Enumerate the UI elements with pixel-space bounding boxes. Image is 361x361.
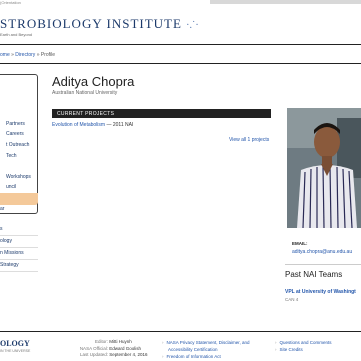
nai-divider (285, 264, 361, 265)
breadcrumb-home[interactable]: ome (0, 52, 10, 58)
credit-label: Last Updated: (79, 352, 108, 357)
credit-updated: Last Updated: September 4, 2016 (70, 352, 148, 359)
credit-value: Edward Goolish (109, 345, 142, 351)
nai-team-note: CAN 4 (285, 297, 299, 302)
breadcrumb-current: Profile (40, 52, 56, 58)
arrow-icon: › (162, 340, 164, 345)
credit-value: September 4, 2016 (109, 352, 148, 357)
footer-link-label: NASA Privacy Statement, Disclaimer, and (166, 340, 250, 345)
footer-credits: Editor: Mitti Huynh NASA Official: Edwar… (70, 339, 148, 359)
header-bar (210, 0, 361, 4)
arrow-icon: › (275, 340, 277, 345)
past-nai-teams-title: Past NAI Teams (285, 270, 343, 279)
footer-link-foia[interactable]: › Freedom of Information Act (162, 353, 250, 360)
email-label: EMAIL: (292, 241, 308, 246)
breadcrumb-directory[interactable]: Directory (15, 52, 35, 58)
footer-link-credits[interactable]: › Site Credits (275, 346, 332, 353)
footer-link-accessibility[interactable]: Accessibility Certification (162, 346, 250, 353)
arrow-icon: › (162, 354, 164, 359)
profile-institution: Australian National University (52, 90, 118, 96)
project-link[interactable]: Evolution of Metabolism (52, 122, 105, 128)
footer-rule (0, 331, 361, 332)
profile-name: Aditya Chopra (52, 74, 135, 89)
view-all-projects-link[interactable]: View all 1 projects (229, 137, 269, 143)
breadcrumb-separator: » (36, 52, 40, 58)
projects-header: CURRENT PROJECTS (52, 109, 271, 118)
side-list-item[interactable]: s (0, 224, 38, 236)
breadcrumb-separator: » (11, 52, 14, 58)
profile-photo-image (287, 108, 361, 228)
breadcrumb: ome » Directory » Profile (0, 52, 55, 58)
footer-links-col2: › Questions and Comments › Site Credits (275, 339, 332, 353)
sidebar-footer (0, 193, 38, 205)
project-row: Evolution of Metabolism — 2011 NAI (52, 122, 133, 128)
project-years: — 2011 NAI (106, 122, 134, 128)
side-list-item[interactable]: n Missions (0, 248, 38, 260)
sidebar-item-outreach[interactable]: t Outreach (6, 142, 29, 148)
side-list-item[interactable]: Strategy (0, 260, 38, 272)
side-list-item[interactable]: ology (0, 236, 38, 248)
sidebar-item-partners[interactable]: Partners (6, 121, 25, 127)
footer-link-questions[interactable]: › Questions and Comments (275, 339, 332, 346)
logo-dots: ·.˙· (186, 20, 199, 31)
footer-link-privacy[interactable]: › NASA Privacy Statement, Disclaimer, and (162, 339, 250, 346)
breadcrumb-rule (0, 63, 361, 64)
site-logo[interactable]: STROBIOLOGY INSTITUTE ·.˙· (0, 16, 199, 32)
footer-link-label: Site Credits (279, 347, 303, 352)
footer-logo-subtitle: IN THE UNIVERSE (0, 349, 31, 353)
footer-logo[interactable]: OLOGY (0, 339, 30, 348)
credit-value: Mitti Huynh (109, 339, 132, 344)
sidebar-bottom-label[interactable]: ar (0, 206, 4, 212)
logo-text: STROBIOLOGY INSTITUTE (0, 16, 182, 31)
sidebar-item-tech[interactable]: Tech (6, 153, 17, 159)
footer-link-label: Freedom of Information Act (166, 354, 221, 359)
logo-subtitle: Earth and Beyond (0, 32, 33, 37)
email-link[interactable]: aditya.chopra@anu.edu.au (292, 249, 352, 255)
sidebar-item-careers[interactable]: Careers (6, 131, 24, 137)
footer-links-col1: › NASA Privacy Statement, Disclaimer, and… (162, 339, 250, 360)
profile-photo (287, 108, 361, 228)
header-rule (0, 44, 361, 45)
sidebar-item-council[interactable]: uncil (6, 184, 16, 190)
footer-link-label: Questions and Comments (279, 340, 332, 345)
nai-team-link[interactable]: VPL at University of Washingt (285, 289, 356, 295)
top-tagline: (Orientation (0, 0, 21, 5)
arrow-icon: › (275, 347, 277, 352)
sidebar-item-workshops[interactable]: Workshops (6, 174, 31, 180)
